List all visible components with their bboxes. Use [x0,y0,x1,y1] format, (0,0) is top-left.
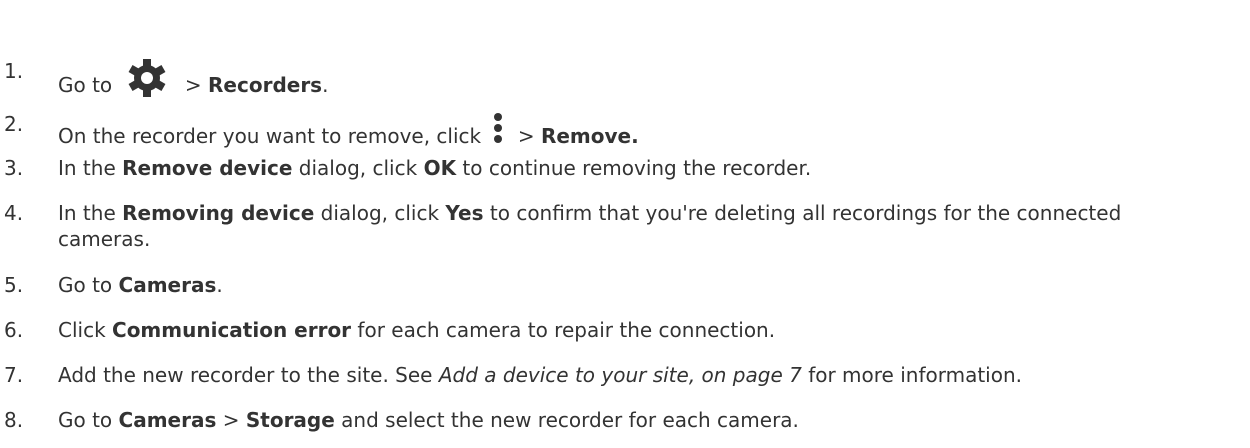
communication-error-label: Communication error [112,318,352,342]
cross-reference-link[interactable]: Add a device to your site, on page 7 [439,363,802,387]
step-number: 7. [4,363,24,387]
storage-label: Storage [245,408,335,432]
separator: > [511,124,541,148]
remove-label: Remove. [540,124,639,148]
steps-list: 1. Go to > Recorders. 2. On the recorder… [4,59,1122,432]
step-number: 2. [4,112,24,136]
yes-label: Yes [445,201,484,225]
more-vertical-icon [494,113,503,143]
gear-icon [128,59,165,97]
separator: > [178,73,209,97]
step-text: Go to [58,73,113,97]
step-number: 4. [4,201,24,225]
removing-device-label: Removing device [122,201,315,225]
step-number: 3. [4,156,24,180]
ok-label: OK [423,156,457,180]
remove-device-label: Remove device [122,156,293,180]
step-number: 5. [4,273,24,297]
cameras-label: Cameras [118,408,217,432]
step-number: 8. [4,408,24,432]
step-number: 1. [4,59,24,83]
step-text: On the recorder you want to remove, clic… [58,124,482,148]
step-number: 6. [4,318,24,342]
cameras-label: Cameras [118,273,217,297]
recorders-label: Recorders [208,73,323,97]
